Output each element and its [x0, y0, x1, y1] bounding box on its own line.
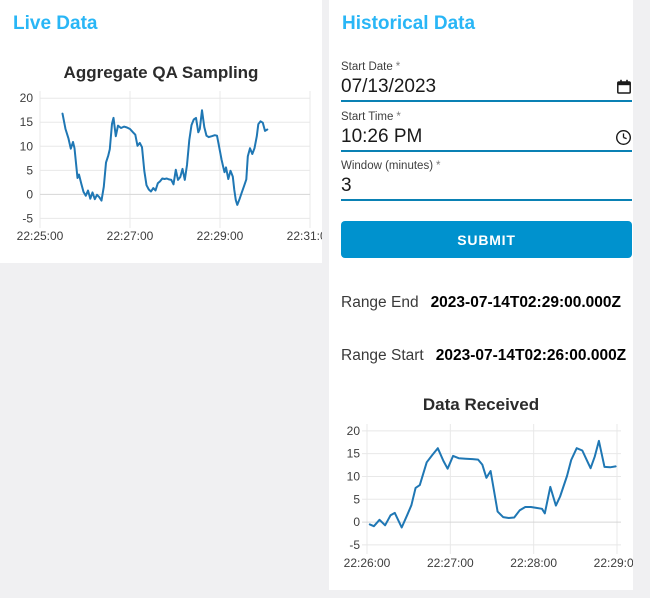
- start-time-label: Start Time *: [341, 111, 401, 123]
- window-minutes-field[interactable]: Window (minutes) * 3: [341, 158, 632, 201]
- window-minutes-value[interactable]: 3: [341, 175, 352, 197]
- range-start-label: Range Start: [341, 347, 424, 364]
- clock-icon[interactable]: [615, 129, 632, 146]
- svg-text:20: 20: [20, 91, 34, 105]
- range-start-value: 2023-07-14T02:26:00.000Z: [435, 347, 627, 364]
- required-asterisk: *: [436, 160, 441, 172]
- svg-text:22:26:00: 22:26:00: [344, 556, 391, 570]
- start-date-value[interactable]: 07/13/2023: [341, 76, 436, 98]
- required-asterisk: *: [396, 111, 401, 123]
- start-date-label: Start Date *: [341, 61, 401, 73]
- svg-text:22:27:00: 22:27:00: [427, 556, 474, 570]
- start-time-value[interactable]: 10:26 PM: [341, 126, 422, 148]
- live-data-panel: Live Data Aggregate QA Sampling 22:25:00…: [0, 0, 322, 263]
- calendar-icon[interactable]: [615, 79, 632, 96]
- svg-text:-5: -5: [349, 538, 360, 552]
- range-start-row: Range Start 2023-07-14T02:26:00.000Z: [341, 347, 633, 365]
- live-chart[interactable]: 22:25:00 22:27:00 22:29:00 22:31:00 -5 0 5 10 15…: [0, 85, 322, 247]
- range-end-label: Range End: [341, 294, 419, 311]
- svg-text:20: 20: [347, 424, 361, 438]
- start-time-underline: [341, 150, 632, 152]
- required-asterisk: *: [395, 61, 401, 73]
- svg-text:22:27:00: 22:27:00: [107, 229, 154, 243]
- live-data-title: Live Data: [13, 13, 98, 34]
- svg-text:22:29:00: 22:29:00: [197, 229, 244, 243]
- svg-text:10: 10: [347, 469, 361, 483]
- range-end-row: Range End 2023-07-14T02:29:00.000Z: [341, 294, 633, 312]
- svg-text:0: 0: [26, 187, 33, 201]
- svg-text:15: 15: [347, 447, 361, 461]
- live-chart-title: Aggregate QA Sampling: [63, 63, 259, 82]
- svg-text:0: 0: [353, 515, 360, 529]
- start-time-field[interactable]: Start Time * 10:26 PM: [341, 109, 632, 152]
- start-date-underline: [341, 100, 632, 102]
- submit-button[interactable]: SUBMIT: [341, 221, 632, 258]
- svg-text:22:28:00: 22:28:00: [510, 556, 557, 570]
- window-minutes-label: Window (minutes) *: [341, 160, 441, 172]
- historical-chart-title: Data Received: [422, 395, 540, 414]
- historical-data-panel: Historical Data Start Date * 07/13/2023 S…: [329, 0, 633, 590]
- svg-text:10: 10: [20, 139, 34, 153]
- svg-text:22:25:00: 22:25:00: [17, 229, 64, 243]
- svg-text:5: 5: [353, 492, 360, 506]
- range-end-value: 2023-07-14T02:29:00.000Z: [430, 294, 621, 311]
- window-minutes-underline: [341, 199, 632, 201]
- historical-data-title: Historical Data: [342, 13, 476, 34]
- start-date-field[interactable]: Start Date * 07/13/2023: [341, 59, 632, 102]
- svg-text:5: 5: [26, 163, 33, 177]
- svg-text:15: 15: [20, 115, 34, 129]
- svg-text:22:31:00: 22:31:00: [287, 229, 322, 243]
- svg-text:22:29:00: 22:29:00: [594, 556, 633, 570]
- historical-chart[interactable]: 22:26:00 22:27:00 22:28:00 22:29:00 -5 0 5 10 15…: [329, 417, 633, 573]
- svg-text:-5: -5: [22, 211, 33, 225]
